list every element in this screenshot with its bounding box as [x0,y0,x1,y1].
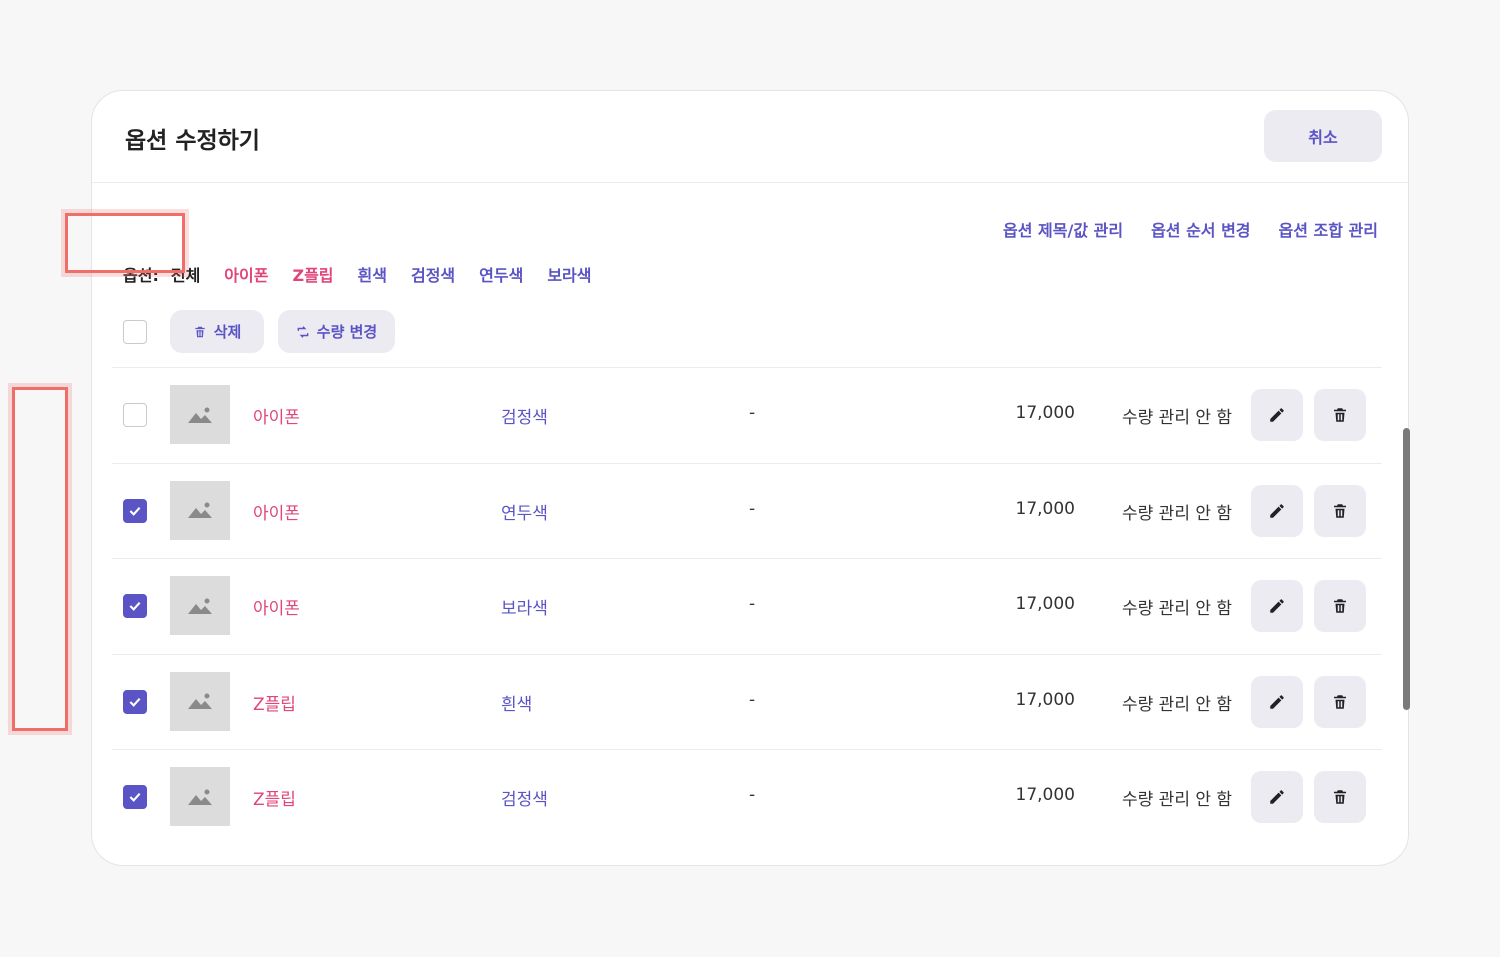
row-product: Z플립 [253,694,296,715]
row-stock: 수량 관리 안 함 [1122,694,1233,715]
check-icon [129,602,141,612]
trash-icon [195,326,205,337]
filter-all[interactable]: 전체 [171,262,200,286]
filter-black[interactable]: 검정색 [411,262,455,286]
row-extra: - [749,785,756,806]
row-price: 17,000 [1015,498,1075,519]
check-icon [129,506,141,516]
row-color: 연두색 [501,503,548,524]
trash-icon [1334,408,1346,422]
row-color: 보라색 [501,599,548,620]
trash-icon [1334,695,1346,709]
product-thumbnail [170,671,230,731]
row-color: 검정색 [501,408,548,428]
filter-lightgreen[interactable]: 연두색 [479,262,523,286]
row-product: 아이폰 [253,599,300,620]
row-edit-button[interactable] [1251,675,1303,728]
filter-zflip[interactable]: Z플립 [292,262,333,286]
pencil-icon [1270,790,1284,805]
image-placeholder-icon [188,502,212,519]
trash-icon [1334,790,1346,805]
table-row: 아이폰 검정색 - 17,000 수량 관리 안 함 [112,367,1382,463]
row-product: Z플립 [253,790,296,811]
delete-selected-button[interactable]: 삭제 [170,310,264,353]
row-price: 17,000 [1015,785,1075,806]
change-quantity-button[interactable]: 수량 변경 [278,310,395,353]
filter-label: 옵션: [123,266,159,285]
filter-white[interactable]: 흰색 [358,262,387,286]
image-placeholder-icon [188,407,212,423]
row-extra: - [749,403,756,423]
row-delete-button[interactable] [1314,484,1366,537]
table-row: 아이폰 보라색 - 17,000 수량 관리 안 함 [112,558,1382,654]
image-placeholder-icon [188,789,212,805]
row-stock: 수량 관리 안 함 [1122,408,1233,428]
option-filter: 옵션: 전체 아이폰 Z플립 흰색 검정색 연두색 보라색 [123,262,615,286]
row-edit-button[interactable] [1251,771,1303,824]
product-thumbnail [170,480,230,540]
highlight-checked-rows [12,387,68,731]
row-checkbox[interactable] [123,785,147,810]
row-checkbox[interactable] [123,594,147,619]
row-checkbox[interactable] [123,689,147,714]
row-product: 아이폰 [253,503,300,524]
filter-purple[interactable]: 보라색 [547,262,591,286]
row-extra: - [749,498,756,519]
refresh-icon [297,325,309,338]
option-edit-modal: 옵션 수정하기 취소 옵션 제목/값 관리 옵션 순서 변경 옵션 조합 관리 … [91,90,1409,866]
modal-header: 옵션 수정하기 취소 [92,91,1408,183]
row-extra: - [749,594,756,615]
row-color: 검정색 [501,790,548,811]
pencil-icon [1270,408,1284,422]
row-extra: - [749,689,756,710]
check-icon [129,793,141,803]
row-checkbox[interactable] [123,403,147,427]
change-quantity-label: 수량 변경 [316,323,378,341]
modal-title: 옵션 수정하기 [125,128,260,154]
row-stock: 수량 관리 안 함 [1122,790,1233,811]
row-delete-button[interactable] [1314,580,1366,633]
product-thumbnail [170,576,230,636]
delete-label: 삭제 [213,323,242,341]
image-placeholder-icon [188,693,212,710]
row-stock: 수량 관리 안 함 [1122,503,1233,524]
row-price: 17,000 [1015,403,1075,423]
table-row: Z플립 검정색 - 17,000 수량 관리 안 함 [112,749,1382,845]
row-price: 17,000 [1015,594,1075,615]
table-row: Z플립 흰색 - 17,000 수량 관리 안 함 [112,653,1382,750]
row-product: 아이폰 [253,408,300,428]
management-links: 옵션 제목/값 관리 옵션 순서 변경 옵션 조합 관리 [1003,217,1378,241]
row-checkbox[interactable] [123,498,147,523]
filter-iphone[interactable]: 아이폰 [224,262,268,286]
row-stock: 수량 관리 안 함 [1122,599,1233,620]
row-edit-button[interactable] [1251,389,1303,441]
trash-icon [1334,599,1346,613]
pencil-icon [1270,599,1284,613]
product-thumbnail [170,767,230,827]
row-delete-button[interactable] [1314,675,1366,728]
row-delete-button[interactable] [1314,389,1366,441]
row-color: 흰색 [501,694,533,715]
pencil-icon [1270,695,1284,709]
cancel-button[interactable]: 취소 [1264,110,1382,162]
row-delete-button[interactable] [1314,771,1366,824]
trash-icon [1334,503,1346,518]
option-combination-manage-link[interactable]: 옵션 조합 관리 [1279,217,1378,241]
option-title-value-manage-link[interactable]: 옵션 제목/값 관리 [1003,217,1123,241]
vertical-scrollbar[interactable] [1403,428,1410,710]
image-placeholder-icon [188,598,212,614]
option-rows: 아이폰 검정색 - 17,000 수량 관리 안 함 아이폰 연두색 - 17,… [112,367,1382,845]
product-thumbnail [170,385,230,444]
table-row: 아이폰 연두색 - 17,000 수량 관리 안 함 [112,462,1382,559]
check-icon [129,697,141,707]
select-all-checkbox[interactable] [123,320,147,344]
row-price: 17,000 [1015,689,1075,710]
row-edit-button[interactable] [1251,484,1303,537]
row-edit-button[interactable] [1251,580,1303,633]
option-order-change-link[interactable]: 옵션 순서 변경 [1151,217,1250,241]
pencil-icon [1270,503,1284,518]
